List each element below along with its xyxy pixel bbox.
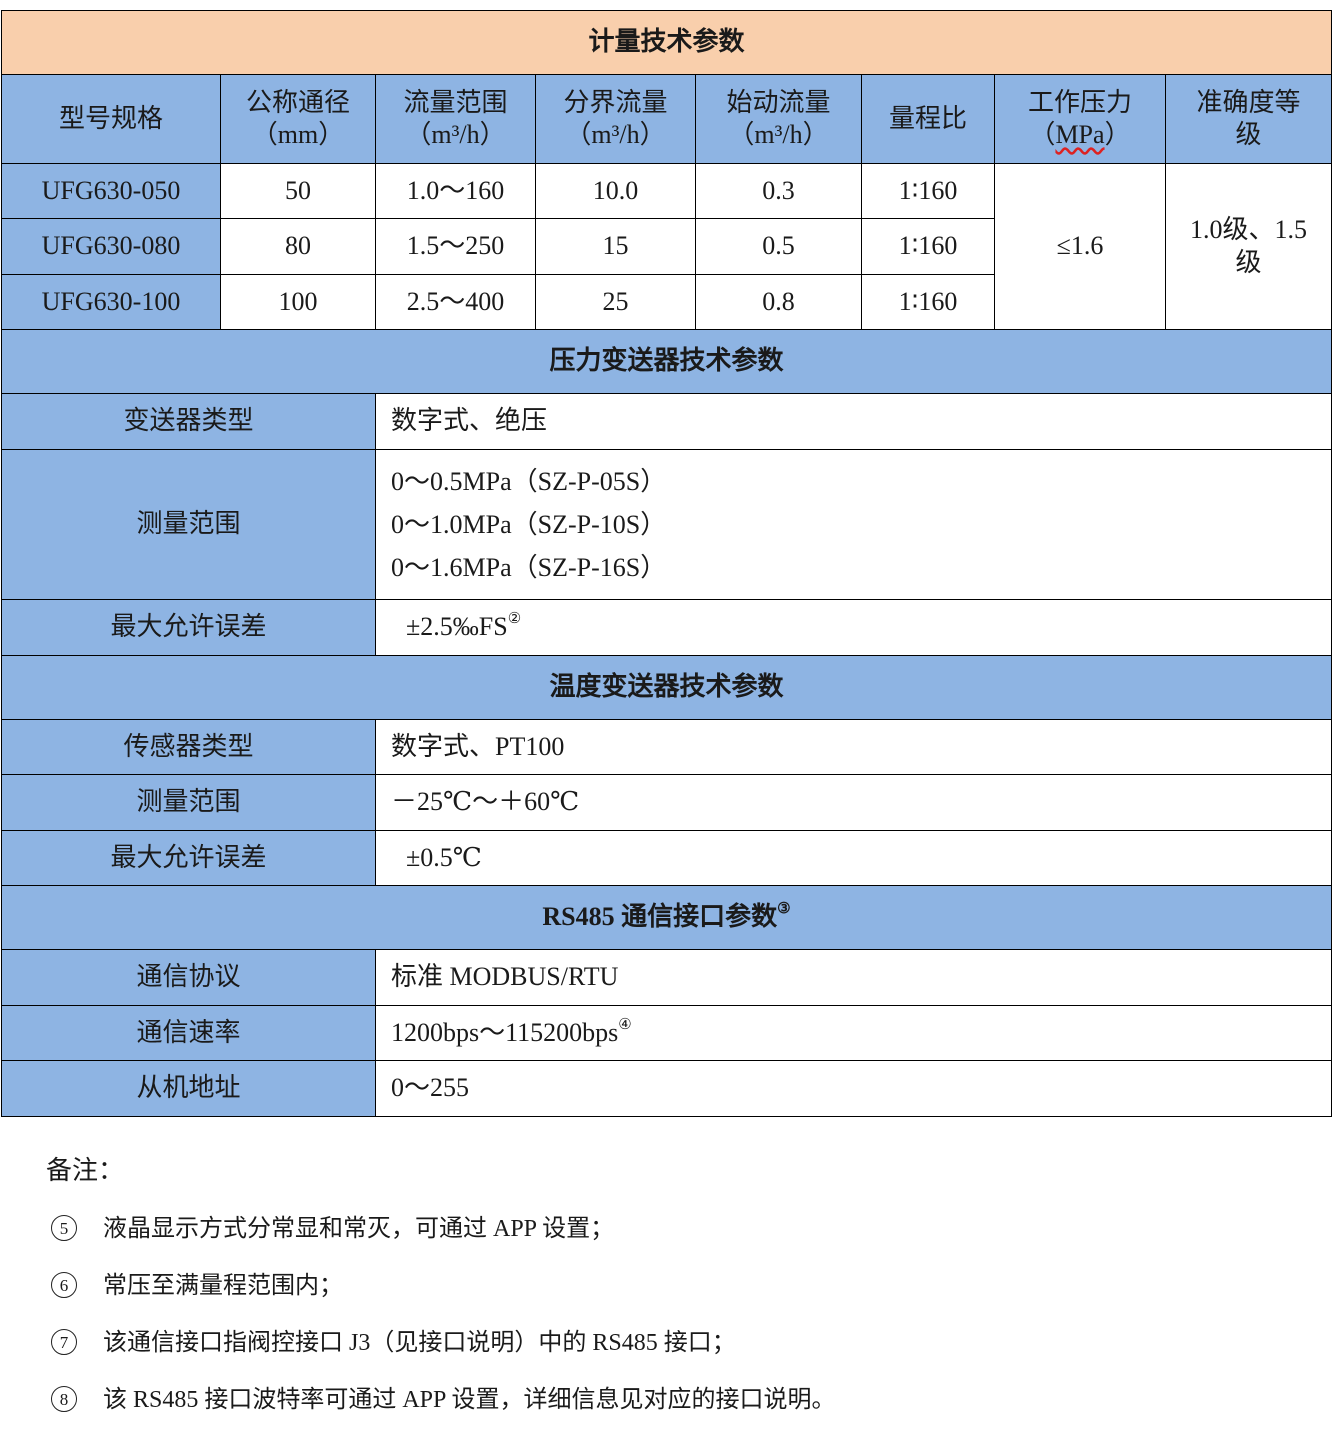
dn-cell: 50: [220, 163, 376, 219]
header-boundary-flow: 分界流量 （m³/h）: [535, 74, 696, 164]
model-cell: UFG630-100: [1, 274, 221, 330]
header-accuracy: 准确度等级: [1164, 74, 1332, 164]
pressure-range-values: 0～0.5MPa（SZ-P-05S） 0～1.0MPa（SZ-P-10S） 0～…: [374, 449, 1332, 600]
pressure-type-label: 变送器类型: [1, 393, 376, 450]
notes-section: 备注： 5 液晶显示方式分常显和常灭，可通过 APP 设置； 6 常压至满量程范…: [46, 1150, 836, 1437]
spec-table: 计量技术参数 型号规格 公称通径 （mm） 流量范围 （m³/h） 分界流量 （m³/…: [0, 10, 1332, 1117]
note-item: 5 液晶显示方式分常显和常灭，可通过 APP 设置；: [46, 1209, 614, 1266]
boundary-cell: 25: [535, 274, 696, 330]
flow-cell: 2.5～400: [375, 274, 536, 330]
temp-error-value: ±0.5℃: [374, 830, 1332, 886]
header-flow-range: 流量范围 （m³/h）: [375, 74, 536, 164]
flow-cell: 1.0～160: [375, 163, 536, 219]
notes-title: 备注：: [46, 1156, 125, 1185]
start-cell: 0.3: [695, 163, 862, 219]
note-text: 常压至满量程范围内；: [103, 1273, 343, 1299]
pressure-section-title: 压力变送器技术参数: [0, 329, 1332, 394]
note-item: 6 常压至满量程范围内；: [46, 1266, 343, 1323]
accuracy-cell: 1.0级、1.5 级: [1164, 163, 1332, 330]
model-cell: UFG630-080: [1, 218, 221, 275]
temp-type-value: 数字式、PT100: [374, 719, 1332, 775]
temp-range-value: －25℃～＋60℃: [374, 774, 1332, 831]
boundary-cell: 10.0: [535, 163, 696, 219]
temp-section-title: 温度变送器技术参数: [0, 655, 1332, 720]
header-dn: 公称通径 （mm）: [220, 74, 376, 164]
meter-section-title: 计量技术参数: [0, 10, 1332, 75]
ratio-cell: 1∶160: [861, 163, 995, 219]
rate-value: 1200bps～115200bps④: [374, 1005, 1332, 1061]
start-cell: 0.8: [695, 274, 862, 330]
rate-label: 通信速率: [1, 1005, 376, 1061]
header-working-pressure: 工作压力 （MPa）: [994, 74, 1166, 164]
note-text: 该通信接口指阀控接口 J3（见接口说明）中的 RS485 接口；: [103, 1330, 736, 1356]
start-cell: 0.5: [695, 218, 862, 275]
footnote-mark: ④: [618, 1016, 632, 1033]
address-label: 从机地址: [1, 1060, 376, 1117]
pressure-range-item: 0～1.0MPa（SZ-P-10S）: [391, 510, 667, 539]
pressure-type-value: 数字式、绝压: [374, 393, 1332, 450]
boundary-cell: 15: [535, 218, 696, 275]
header-start-flow: 始动流量 （m³/h）: [695, 74, 862, 164]
protocol-value: 标准 MODBUS/RTU: [374, 949, 1332, 1006]
pressure-range-item: 0～1.6MPa（SZ-P-16S）: [391, 553, 667, 582]
header-model: 型号规格: [1, 74, 221, 164]
pressure-error-label: 最大允许误差: [1, 599, 376, 656]
pressure-range-item: 0～0.5MPa（SZ-P-05S）: [391, 467, 667, 496]
note-text: 液晶显示方式分常显和常灭，可通过 APP 设置；: [103, 1216, 615, 1242]
pressure-error-value: ±2.5‰FS②: [374, 599, 1332, 656]
note-number: 6: [51, 1272, 77, 1298]
flow-cell: 1.5～250: [375, 218, 536, 275]
note-number: 7: [51, 1329, 77, 1355]
note-item: 8 该 RS485 接口波特率可通过 APP 设置，详细信息见对应的接口说明。: [46, 1380, 836, 1437]
pressure-cell: ≤1.6: [994, 163, 1166, 330]
dn-cell: 80: [220, 218, 376, 275]
protocol-label: 通信协议: [1, 949, 376, 1006]
temp-range-label: 测量范围: [1, 774, 376, 831]
note-item: 7 该通信接口指阀控接口 J3（见接口说明）中的 RS485 接口；: [46, 1323, 736, 1380]
ratio-cell: 1∶160: [861, 218, 995, 275]
temp-error-label: 最大允许误差: [1, 830, 376, 886]
note-number: 8: [51, 1386, 77, 1412]
pressure-range-label: 测量范围: [1, 449, 376, 600]
table-row: UFG630-050 50 1.0～160 10.0 0.3 1∶160 ≤1.…: [1, 163, 1332, 330]
footnote-mark: ②: [507, 611, 522, 628]
header-range-ratio: 量程比: [861, 74, 995, 164]
dn-cell: 100: [220, 274, 376, 330]
note-text: 该 RS485 接口波特率可通过 APP 设置，详细信息见对应的接口说明。: [103, 1387, 836, 1413]
ratio-cell: 1∶160: [861, 274, 995, 330]
footnote-mark: ③: [777, 901, 791, 918]
address-value: 0～255: [374, 1060, 1332, 1117]
model-cell: UFG630-050: [1, 163, 221, 219]
note-number: 5: [51, 1215, 77, 1241]
rs485-section-title: RS485 通信接口参数③: [0, 885, 1332, 950]
temp-type-label: 传感器类型: [1, 719, 376, 775]
